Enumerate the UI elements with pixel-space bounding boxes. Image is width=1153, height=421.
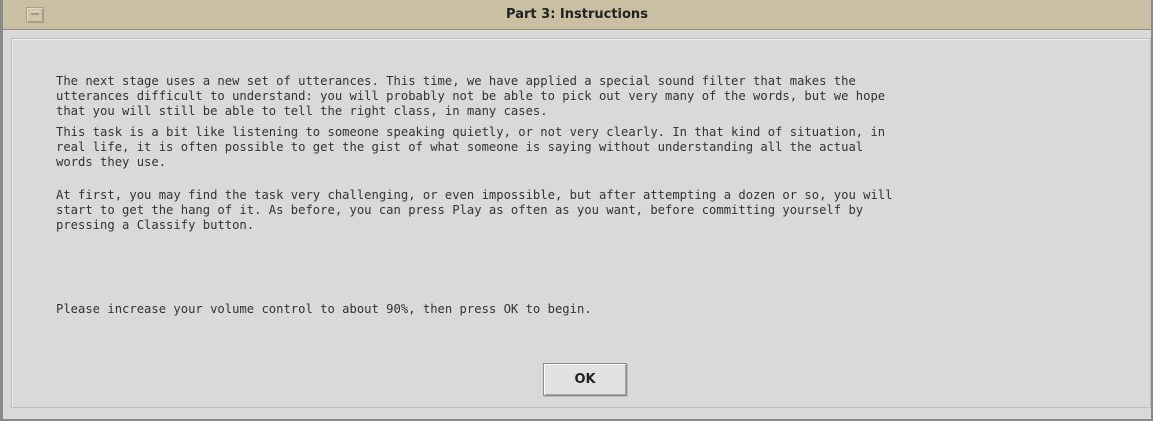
instruction-paragraph-1: The next stage uses a new set of utteran… <box>56 74 886 118</box>
window-title: Part 3: Instructions <box>506 7 648 22</box>
ok-button[interactable]: OK <box>543 363 627 396</box>
instruction-paragraph-2: This task is a bit like listening to som… <box>56 125 886 169</box>
title-bar[interactable]: Part 3: Instructions <box>3 0 1151 30</box>
instruction-paragraph-3: At first, you may find the task very cha… <box>56 188 893 232</box>
dialog-content: The next stage uses a new set of utteran… <box>11 38 1151 408</box>
instructions-dialog: Part 3: Instructions The next stage uses… <box>0 0 1153 421</box>
instruction-paragraph-4: Please increase your volume control to a… <box>56 302 592 316</box>
